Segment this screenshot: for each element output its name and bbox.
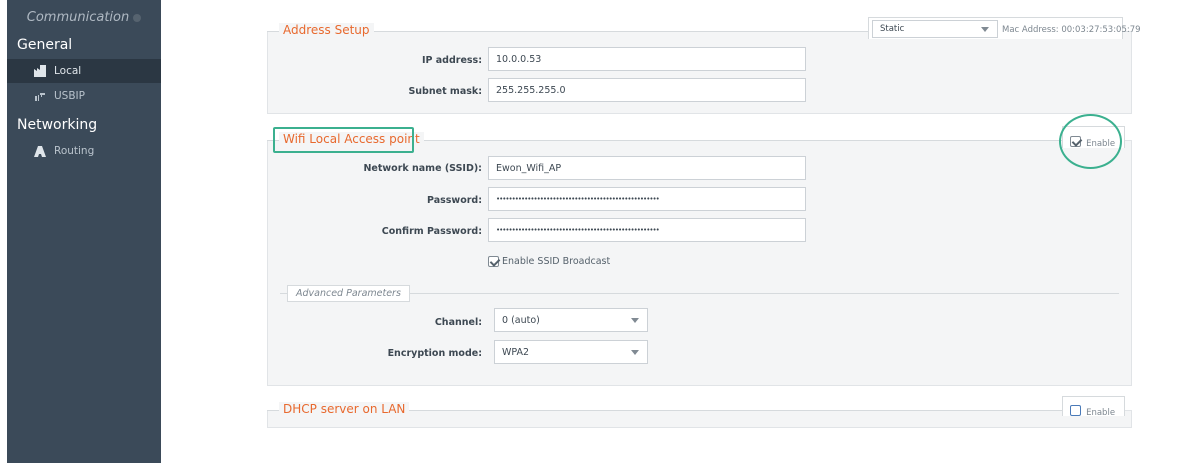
chevron-down-icon bbox=[981, 27, 989, 32]
sidebar-item-label: Routing bbox=[54, 145, 95, 157]
ssid-input[interactable]: Ewon_Wifi_AP bbox=[488, 156, 806, 180]
sidebar-item-routing[interactable]: Routing bbox=[7, 139, 161, 163]
channel-select[interactable]: 0 (auto) bbox=[494, 308, 648, 332]
sidebar: Communication General Local USBIP Networ… bbox=[7, 0, 161, 463]
sidebar-item-label: Local bbox=[54, 65, 82, 77]
checkbox-icon bbox=[1070, 405, 1081, 416]
password-label: Password: bbox=[426, 195, 482, 206]
address-mode-select[interactable]: Static bbox=[872, 20, 998, 38]
subnet-mask-input[interactable]: 255.255.255.0 bbox=[488, 78, 806, 102]
checkbox-icon bbox=[488, 256, 499, 267]
ip-address-input[interactable]: 10.0.0.53 bbox=[488, 47, 806, 71]
password-input[interactable]: ••••••••••••••••••••••••••••••••••••••••… bbox=[488, 187, 806, 211]
confirm-password-label: Confirm Password: bbox=[381, 226, 482, 237]
sidebar-item-label: USBIP bbox=[54, 90, 85, 102]
dhcp-title: DHCP server on LAN bbox=[279, 402, 410, 416]
advanced-parameters-title: Advanced Parameters bbox=[287, 285, 410, 302]
sidebar-section-networking: Networking bbox=[17, 117, 98, 133]
wifi-enable-highlight bbox=[1059, 114, 1122, 169]
wifi-title-highlight bbox=[273, 127, 414, 153]
address-setup-title: Address Setup bbox=[279, 23, 374, 37]
ssid-broadcast-toggle[interactable]: Enable SSID Broadcast bbox=[488, 256, 610, 267]
sidebar-item-local[interactable]: Local bbox=[7, 59, 161, 83]
dhcp-enable-toggle[interactable]: Enable bbox=[1070, 400, 1115, 419]
channel-label: Channel: bbox=[434, 317, 482, 328]
chevron-down-icon bbox=[631, 318, 639, 323]
chevron-down-icon bbox=[631, 350, 639, 355]
routing-icon bbox=[34, 146, 46, 157]
sidebar-section-general: General bbox=[17, 37, 73, 53]
sidebar-title: Communication bbox=[7, 10, 161, 25]
ssid-label: Network name (SSID): bbox=[363, 163, 482, 174]
mask-label: Subnet mask: bbox=[408, 86, 482, 97]
factory-icon bbox=[34, 65, 46, 77]
sidebar-item-usbip[interactable]: USBIP bbox=[7, 84, 161, 108]
confirm-password-input[interactable]: ••••••••••••••••••••••••••••••••••••••••… bbox=[488, 218, 806, 242]
collapse-dot-icon[interactable] bbox=[133, 13, 142, 22]
usb-icon bbox=[35, 93, 45, 101]
encryption-select[interactable]: WPA2 bbox=[494, 340, 648, 364]
ip-label: IP address: bbox=[421, 55, 482, 66]
mac-address: Mac Address: 00:03:27:53:05:79 bbox=[1002, 25, 1141, 35]
encryption-label: Encryption mode: bbox=[387, 348, 482, 359]
